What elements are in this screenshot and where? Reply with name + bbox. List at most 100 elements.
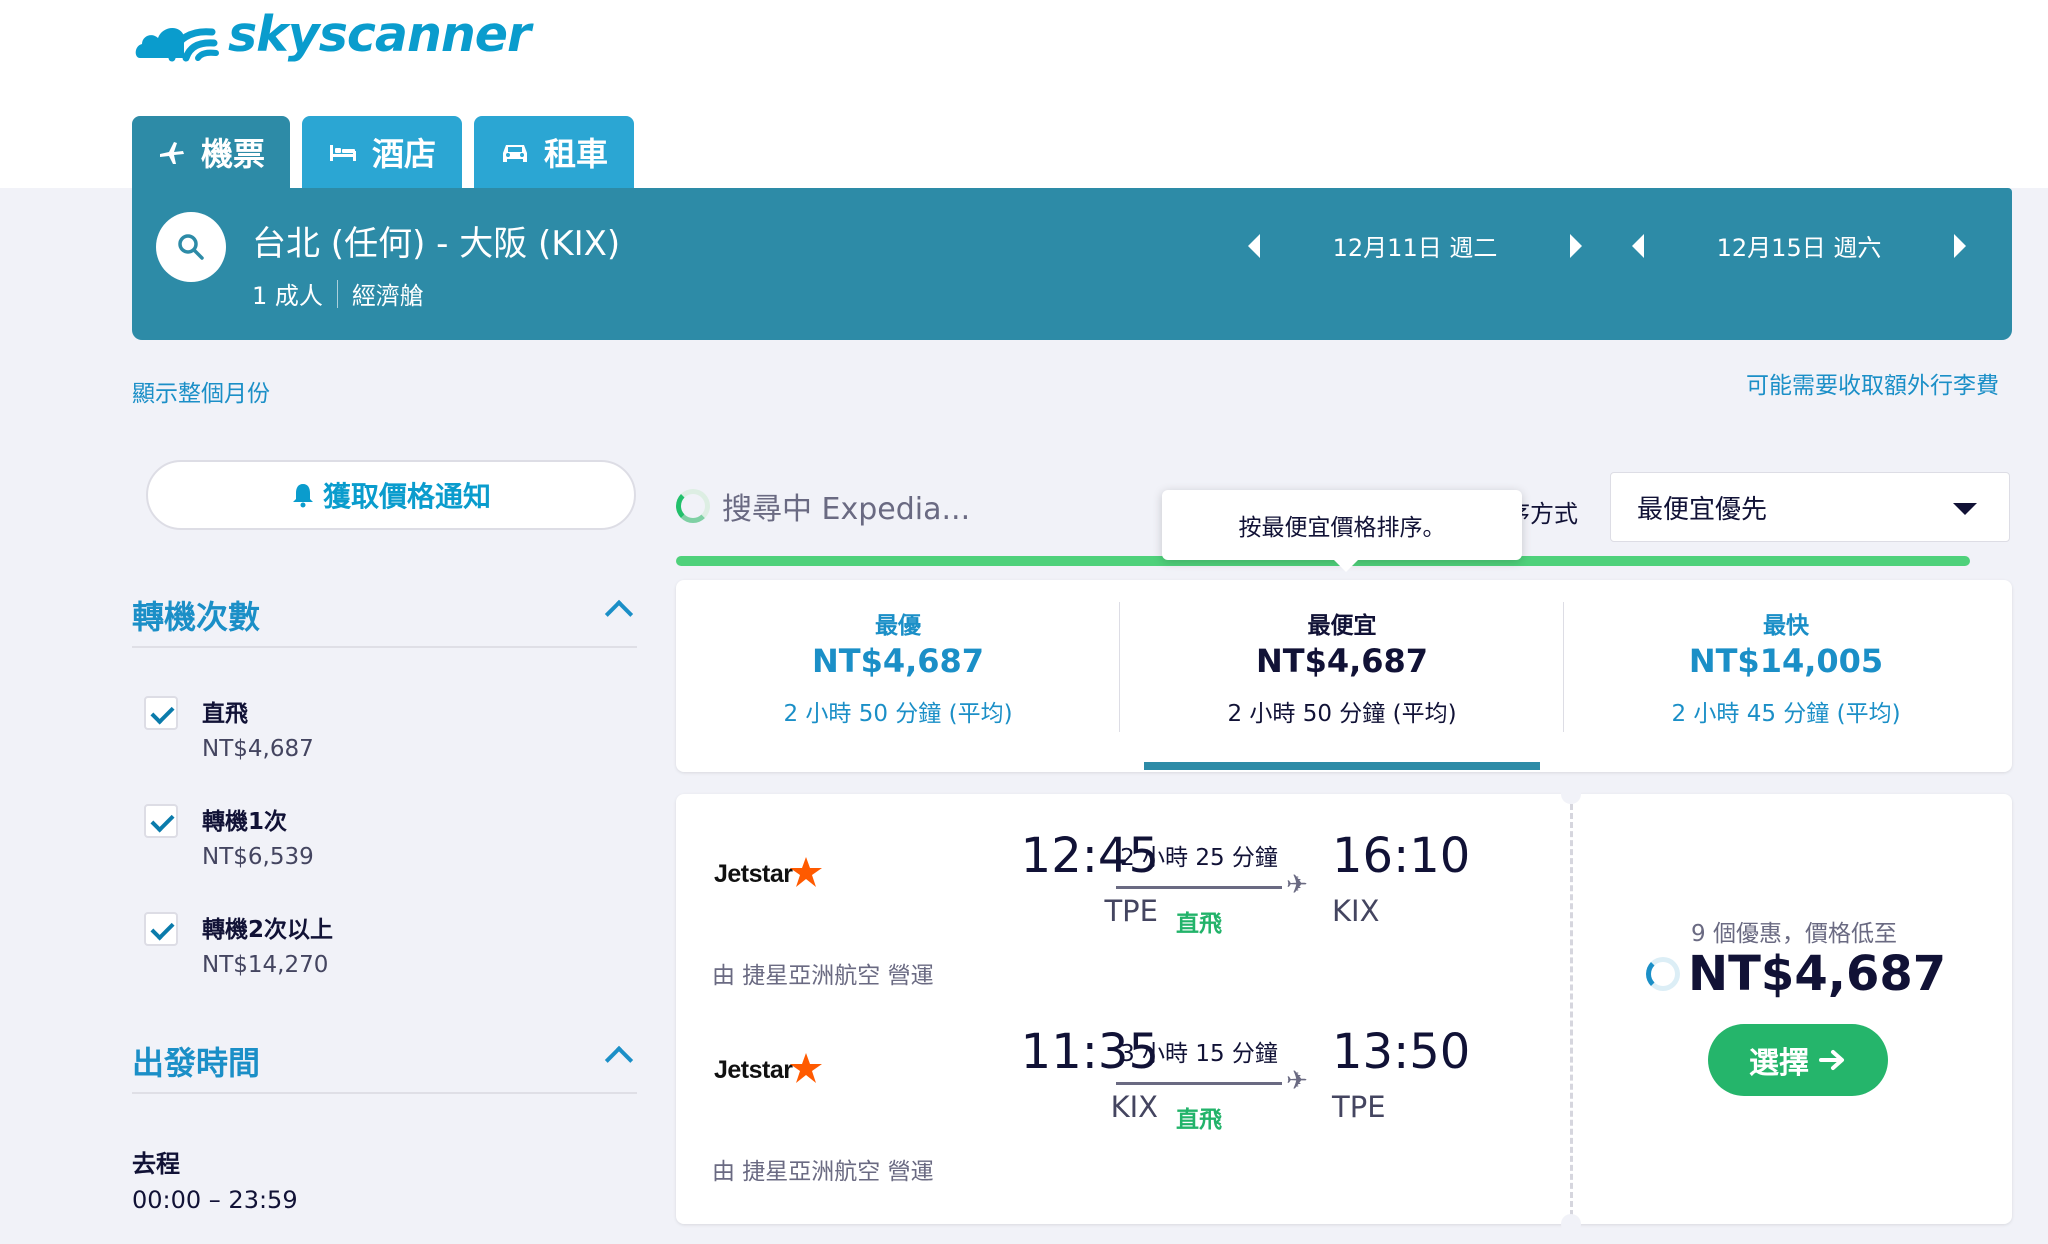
sort-value: 最便宜優先 xyxy=(1637,494,1768,525)
summary-cheapest-label: 最便宜 xyxy=(1307,613,1377,639)
depart-date[interactable]: 12月11日 週二 xyxy=(1260,228,1570,263)
select-button[interactable]: 選擇 xyxy=(1708,1024,1888,1096)
selected-tab-indicator xyxy=(1144,762,1540,770)
filter-two-plus-stops-price: NT$14,270 xyxy=(202,952,329,978)
ticket-notch xyxy=(1561,1214,1581,1234)
summary-cheapest[interactable]: 最便宜 NT$4,687 2 小時 50 分鐘 (平均) xyxy=(1120,580,1564,772)
loading-spinner-icon xyxy=(676,489,710,523)
jetstar-logo: Jetstar xyxy=(714,1052,823,1085)
price-alert-label: 獲取價格通知 xyxy=(322,480,491,513)
passengers-text: 1 成人 xyxy=(252,282,323,310)
tab-hotels-label: 酒店 xyxy=(371,135,436,173)
summary-fastest[interactable]: 最快 NT$14,005 2 小時 45 分鐘 (平均) xyxy=(1564,580,2008,772)
summary-best-duration: 2 小時 50 分鐘 (平均) xyxy=(783,701,1013,727)
chevron-up-icon xyxy=(604,1045,634,1075)
summary-tabs: 最優 NT$4,687 2 小時 50 分鐘 (平均) 最便宜 NT$4,687… xyxy=(676,580,2012,772)
filter-one-stop-label: 轉機1次 xyxy=(202,809,288,835)
arrive-airport: TPE xyxy=(1332,1090,1386,1124)
outbound-leg: Jetstar 12:45 TPE 2 小時 25 分鐘 ✈ 直飛 16:10 … xyxy=(676,824,1566,1014)
departure-time-header[interactable]: 出發時間 xyxy=(132,1038,637,1094)
filter-direct-label: 直飛 xyxy=(202,701,248,727)
tab-car-hire-label: 租車 xyxy=(543,135,608,173)
ticket-notch xyxy=(1561,784,1581,804)
return-leg: Jetstar 11:35 KIX 3 小時 15 分鐘 ✈ 直飛 13:50 … xyxy=(676,1020,1566,1210)
price-alert-button[interactable]: 獲取價格通知 xyxy=(146,460,636,530)
search-icon xyxy=(178,234,204,260)
arrive-time: 16:10 xyxy=(1332,828,1471,884)
car-icon xyxy=(502,145,527,162)
operated-by: 由 捷星亞洲航空 營運 xyxy=(712,1159,934,1185)
summary-fastest-duration: 2 小時 45 分鐘 (平均) xyxy=(1671,701,1901,727)
two-plus-stops-checkbox[interactable] xyxy=(144,912,178,946)
search-details[interactable]: 1 成人 經濟艙 xyxy=(252,276,424,311)
summary-cheapest-duration: 2 小時 50 分鐘 (平均) xyxy=(1227,701,1457,727)
airline-name: Jetstar xyxy=(714,860,793,888)
chevron-up-icon xyxy=(604,599,634,629)
jetstar-logo: Jetstar xyxy=(714,856,823,889)
arrive-airport: KIX xyxy=(1332,894,1380,928)
jetstar-star-icon xyxy=(789,1052,822,1083)
filter-two-plus-stops-label: 轉機2次以上 xyxy=(202,917,334,943)
select-button-label: 選擇 xyxy=(1749,1046,1809,1081)
baggage-fee-link[interactable]: 可能需要收取額外行李費 xyxy=(1746,366,1999,400)
summary-cheapest-price: NT$4,687 xyxy=(1255,642,1429,680)
airline-name: Jetstar xyxy=(714,1056,793,1084)
edit-search-button[interactable] xyxy=(156,212,226,282)
search-summary-panel: 台北 (任何) - 大阪 (KIX) 1 成人 經濟艙 12月11日 週二 12… xyxy=(132,188,2012,340)
depart-prev-day-icon[interactable] xyxy=(1248,233,1260,258)
tab-flights[interactable]: 機票 xyxy=(132,116,290,188)
route-text[interactable]: 台北 (任何) - 大阪 (KIX) xyxy=(252,216,620,265)
cabin-class-text: 經濟艙 xyxy=(351,282,424,310)
depart-next-day-icon[interactable] xyxy=(1570,233,1582,258)
stops-filter-header[interactable]: 轉機次數 xyxy=(132,592,637,648)
leg-duration: 3 小時 15 分鐘 xyxy=(1120,1041,1278,1067)
bell-icon xyxy=(292,484,313,508)
show-whole-month-link[interactable]: 顯示整個月份 xyxy=(132,374,270,408)
skyscanner-cloud-icon xyxy=(135,27,219,62)
loading-spinner-icon xyxy=(1646,957,1680,991)
return-next-day-icon[interactable] xyxy=(1954,233,1966,258)
return-date[interactable]: 12月15日 週六 xyxy=(1644,228,1954,263)
return-prev-day-icon[interactable] xyxy=(1632,233,1644,258)
operated-by: 由 捷星亞洲航空 營運 xyxy=(712,963,934,989)
divider xyxy=(336,279,338,308)
outbound-label: 去程 xyxy=(132,1150,180,1178)
tab-car-hire[interactable]: 租車 xyxy=(474,116,634,188)
ticket-divider xyxy=(1570,804,1573,1216)
depart-date-control: 12月11日 週二 xyxy=(1248,228,1582,263)
stops-text: 直飛 xyxy=(1176,1107,1222,1133)
stops-text: 直飛 xyxy=(1176,911,1222,937)
summary-fastest-price: NT$14,005 xyxy=(1688,642,1884,680)
arrive-time: 13:50 xyxy=(1332,1024,1471,1080)
sort-dropdown[interactable]: 最便宜優先 xyxy=(1610,472,2010,542)
skyscanner-logo[interactable]: skyscanner xyxy=(132,5,531,66)
result-price: NT$4,687 xyxy=(1646,946,1946,1002)
brand-name: skyscanner xyxy=(228,5,531,63)
tab-flights-label: 機票 xyxy=(200,135,265,173)
return-date-control: 12月15日 週六 xyxy=(1632,228,1966,263)
plane-icon: ✈ xyxy=(1286,870,1308,900)
summary-fastest-label: 最快 xyxy=(1763,613,1809,639)
direct-checkbox[interactable] xyxy=(144,696,178,730)
plane-icon: ✈ xyxy=(1286,1066,1308,1096)
summary-best[interactable]: 最優 NT$4,687 2 小時 50 分鐘 (平均) xyxy=(676,580,1120,772)
outbound-time-range: 00:00 – 23:59 xyxy=(132,1186,298,1214)
one-stop-checkbox[interactable] xyxy=(144,804,178,838)
searching-text: 搜尋中 Expedia... xyxy=(722,492,971,527)
result-price-value: NT$4,687 xyxy=(1688,946,1947,1002)
deals-count-text: 9 個優惠，價格低至 xyxy=(1691,921,1897,947)
filter-direct-price: NT$4,687 xyxy=(202,736,314,762)
filter-one-stop-price: NT$6,539 xyxy=(202,844,314,870)
flight-line xyxy=(1116,886,1282,889)
jetstar-star-icon xyxy=(789,856,822,887)
plane-icon xyxy=(159,142,184,164)
searching-status: 搜尋中 Expedia... xyxy=(676,484,970,528)
summary-best-label: 最優 xyxy=(875,613,921,639)
sort-tooltip: 按最便宜價格排序。 xyxy=(1162,490,1522,572)
bed-icon xyxy=(329,145,356,161)
arrow-right-icon xyxy=(1819,1050,1844,1070)
stops-filter-title: 轉機次數 xyxy=(132,598,261,636)
flight-line xyxy=(1116,1082,1282,1085)
tab-hotels[interactable]: 酒店 xyxy=(302,116,462,188)
flight-result-card[interactable]: Jetstar 12:45 TPE 2 小時 25 分鐘 ✈ 直飛 16:10 … xyxy=(676,784,2012,1234)
